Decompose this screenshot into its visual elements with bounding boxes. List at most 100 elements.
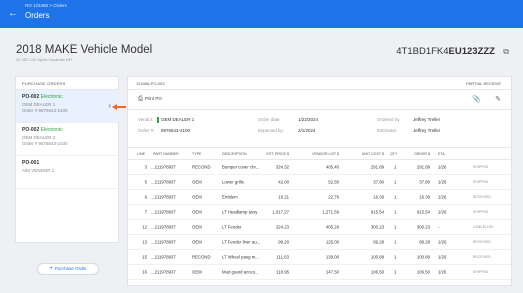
- cell-status: CANCELLED: [473, 225, 494, 229]
- ordered-by-label: Ordered by:: [377, 117, 401, 122]
- po-title: PO-001: [22, 160, 119, 166]
- col-unit-cost[interactable]: UNIT COST $: [362, 152, 384, 156]
- cell-line: 15: [142, 254, 147, 260]
- table-header: LINE PART NUMBER TYPE DESCRIPTION EST. P…: [128, 147, 511, 160]
- vehicle-title: 2018 MAKE Vehicle Model: [16, 44, 153, 56]
- cell-vendor-list: 139.00: [325, 254, 339, 260]
- table-row[interactable]: 5 ...211978937 OEM Lower grille 42.00 52.50 37…: [128, 175, 511, 190]
- purchase-orders-panel: PURCHASE ORDERS PO-002 Electronic OEM DE…: [15, 76, 119, 243]
- cell-qty: 1: [394, 179, 397, 185]
- add-purchase-order-button[interactable]: + Purchase Order: [37, 263, 99, 275]
- cell-part-number: ...211978937: [151, 209, 176, 215]
- cell-type: RECOND: [192, 164, 211, 170]
- po-lines-table: LINE PART NUMBER TYPE DESCRIPTION EST. P…: [128, 147, 511, 280]
- col-part-number[interactable]: PART NUMBER: [153, 152, 179, 156]
- cell-est-price: 99.20: [278, 239, 289, 245]
- cell-qty: 1: [394, 194, 397, 200]
- col-type[interactable]: TYPE: [192, 152, 201, 156]
- cell-type: OEM: [192, 209, 202, 215]
- po-list-item[interactable]: PO-002 Electronic OEM DEALER 2 Order # 9…: [16, 123, 119, 156]
- po-meta: Vendor: OEM DEALER 1 Order #: 9876543-21…: [128, 116, 511, 141]
- cell-order: 106.50: [416, 269, 430, 275]
- po-toolbar: ⎙ Print PO 📎 ✎: [128, 90, 511, 110]
- cell-eta: 1/26: [438, 164, 447, 170]
- po-order-number: Order # 9876543-2100: [22, 141, 68, 146]
- cell-est-price: 18.21: [278, 194, 289, 200]
- cell-eta: 1/26: [438, 239, 447, 245]
- cell-eta: 1/26: [438, 209, 447, 215]
- table-row[interactable]: 7 ...211978937 OEM LT Headlamp assy 1,017.27…: [128, 205, 511, 220]
- cell-part-number: ...211978937: [151, 164, 176, 170]
- col-order[interactable]: ORDER $: [414, 152, 430, 156]
- cell-qty: 1: [394, 224, 397, 230]
- cell-unit-cost: 89.28: [373, 239, 384, 245]
- col-vendor-list[interactable]: VENDOR LIST $: [312, 152, 339, 156]
- po-title: PO-002 Electronic: [22, 127, 119, 133]
- col-est-price[interactable]: EST. PRICE $: [266, 152, 289, 156]
- attachment-icon[interactable]: 📎: [472, 95, 481, 103]
- po-list-item[interactable]: PO-002 Electronic OEM DEALER 1 Order # 9…: [16, 90, 119, 123]
- copy-icon[interactable]: ⧉: [503, 47, 509, 57]
- expected-label: Expected by:: [258, 128, 285, 133]
- cell-type: OEM: [192, 269, 202, 275]
- table-row[interactable]: 13 ...211978937 OEM LT Fender liner au... 99…: [128, 235, 511, 250]
- col-description[interactable]: DESCRIPTION: [222, 152, 247, 156]
- cell-type: OEM: [192, 239, 202, 245]
- vin-suffix: EU123ZZZ: [448, 46, 495, 57]
- chevron-right-icon[interactable]: ›: [108, 101, 111, 110]
- breadcrumb[interactable]: RO 123456 > Orders: [25, 3, 67, 8]
- cell-qty: 1: [394, 254, 397, 260]
- cell-eta: 1/26: [438, 194, 447, 200]
- cell-qty: 1: [394, 239, 397, 245]
- table-row[interactable]: 6 ...211978937 OEM Emblem 18.21 22.76 16.39 1 16…: [128, 190, 511, 205]
- cell-status: RECEIVED: [473, 195, 491, 199]
- col-qty[interactable]: QTY: [390, 152, 397, 156]
- cell-eta: -: [438, 224, 440, 230]
- cell-order: 37.80: [419, 179, 430, 185]
- cell-eta: 1/26: [438, 269, 447, 275]
- po-detail-status: PARTIAL RECEIVE: [466, 81, 501, 86]
- cell-qty: 1: [394, 269, 397, 275]
- note-icon[interactable]: ✎: [495, 95, 501, 103]
- col-eta[interactable]: ETA: [438, 152, 445, 156]
- print-po-label: Print PO: [144, 96, 162, 101]
- po-vendor: A/M VENDOR 1: [22, 167, 55, 173]
- cell-line: 5: [144, 179, 147, 185]
- cell-eta: 1/26: [438, 179, 447, 185]
- cell-line: 3: [144, 164, 147, 170]
- table-row[interactable]: 12 ...211978937 OEM LT Fender 324.23 405.29 30…: [128, 220, 511, 235]
- cell-status: RECEIVED: [473, 255, 491, 259]
- cell-type: OEM: [192, 179, 202, 185]
- print-po-button[interactable]: ⎙ Print PO: [138, 96, 162, 103]
- col-line[interactable]: LINE: [137, 152, 145, 156]
- cell-line: 7: [144, 209, 147, 215]
- po-vendor: OEM DEALER 1: [22, 101, 56, 107]
- vendor-label: Vendor:: [138, 117, 154, 122]
- cell-part-number: ...211978937: [151, 224, 176, 230]
- cell-unit-cost: 37.80: [373, 179, 384, 185]
- po-list-item[interactable]: PO-001 A/M VENDOR 1: [16, 156, 119, 189]
- cell-vendor-list: 405.40: [325, 164, 339, 170]
- table-row[interactable]: 16 ...211978937 OEM Mud guard acces... 118.9…: [128, 265, 511, 280]
- po-status: Electronic: [40, 94, 63, 100]
- cell-description: Emblem: [222, 194, 238, 200]
- table-row[interactable]: 3 ...211978937 RECOND Bumper cover chr... 32…: [128, 160, 511, 175]
- table-row[interactable]: 15 ...211978937 RECOND LT Wheel pasg m... 11…: [128, 250, 511, 265]
- cell-vendor-list: 405.29: [325, 224, 339, 230]
- po-order-number: Order # 9876543-2100: [22, 108, 68, 113]
- cell-vendor-list: 147.50: [325, 269, 339, 275]
- order-date-value: 1/22/2024: [298, 117, 319, 122]
- cell-status: RECEIVED: [473, 240, 491, 244]
- cell-part-number: ...211978937: [151, 239, 176, 245]
- cell-type: OEM: [192, 194, 202, 200]
- cell-est-price: 1,017.27: [272, 209, 289, 215]
- printer-icon: ⎙: [138, 96, 143, 102]
- estimator-value: Jeffrey Treller: [413, 128, 441, 133]
- add-purchase-order-label: Purchase Order: [54, 266, 87, 271]
- po-detail-id: 123456-PO-003: [136, 81, 165, 86]
- cell-qty: 1: [394, 164, 397, 170]
- arrow-left-icon[interactable]: ←: [8, 9, 18, 19]
- vendor-value: OEM DEALER 1: [161, 117, 195, 122]
- cell-part-number: ...211978937: [151, 194, 176, 200]
- cell-unit-cost: 100.89: [370, 254, 384, 260]
